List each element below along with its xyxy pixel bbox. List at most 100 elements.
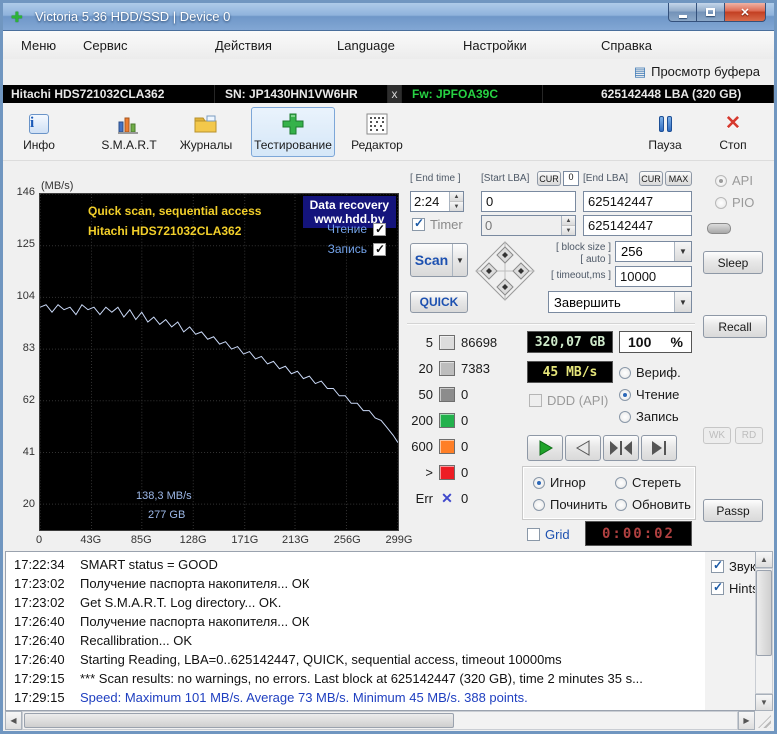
sound-checkbox[interactable] [711,560,724,573]
quick-button[interactable]: QUICK [410,291,468,313]
resize-grip[interactable] [755,711,773,730]
stop-label: Стоп [719,138,746,152]
end-lba-cur-button[interactable]: CUR [639,171,663,186]
pass-count-spinner[interactable]: ▲▼ [481,215,576,236]
pio-radio[interactable] [715,197,727,209]
elapsed-time-display: 0:00:02 [585,521,692,546]
recall-button[interactable]: Recall [703,315,767,338]
info-tool-button[interactable]: Инфо [11,107,67,157]
log-text: *** Scan results: no warnings, no errors… [80,671,643,686]
menu-item-service[interactable]: Сервис [75,35,136,56]
log-area[interactable]: 17:22:34SMART status = GOOD 17:23:02Полу… [5,551,755,711]
stop-button[interactable]: Стоп [700,107,766,157]
log-time: 17:23:02 [6,595,80,610]
passport-button[interactable]: Passp [703,499,763,522]
editor-tool-label: Редактор [351,138,403,152]
direction-pad[interactable] [473,239,537,303]
rd-button[interactable]: RD [735,427,763,444]
spin-down-icon[interactable]: ▼ [450,202,463,211]
bucket-label: 200 [407,413,433,428]
read-checkbox[interactable] [373,223,386,236]
end-time-spinner[interactable]: ▲▼ [410,191,464,212]
h-scroll-thumb[interactable] [24,713,454,728]
spin-up-icon[interactable]: ▲ [562,216,575,226]
menu-item-menu[interactable]: Меню [13,35,64,56]
smart-tool-button[interactable]: S.M.A.R.T [97,107,161,157]
editor-tool-button[interactable]: Редактор [345,107,409,157]
spin-up-icon[interactable]: ▲ [450,192,463,202]
minimize-button[interactable] [668,3,697,22]
end-lba-input[interactable] [583,191,692,212]
action-repair-option: Починить [533,497,608,512]
repair-radio[interactable] [533,499,545,511]
sleep-button[interactable]: Sleep [703,251,763,274]
read-legend-label: Чтение [327,222,367,236]
start-lba-cur-value: 0 [563,171,579,186]
refresh-radio[interactable] [615,499,627,511]
test-tool-button[interactable]: Тестирование [251,107,335,157]
buffer-view-label: Просмотр буфера [651,64,760,79]
menu-item-settings[interactable]: Настройки [455,35,535,56]
end-lba-input-2[interactable] [583,215,692,236]
end-time-value[interactable] [411,192,449,211]
scroll-right-button[interactable]: ▶ [738,711,755,730]
write-checkbox[interactable] [373,243,386,256]
start-test-button[interactable] [527,435,563,461]
close-button[interactable] [724,3,766,22]
window-title: Victoria 5.36 HDD/SSD | Device 0 [35,3,230,31]
v-scroll-thumb[interactable] [756,570,772,656]
verify-radio[interactable] [619,367,631,379]
scroll-up-button[interactable]: ▲ [755,551,773,568]
hints-option: Hints [711,581,759,596]
timeout-input[interactable] [615,266,692,287]
repair-label: Починить [550,497,608,512]
action-ignore-option: Игнор [533,475,586,490]
end-lba-max-button[interactable]: MAX [665,171,692,186]
bucket-count: 0 [461,387,468,402]
timer-checkbox[interactable] [412,218,425,231]
start-lba-cur-button[interactable]: CUR [537,171,561,186]
spin-down-icon[interactable]: ▼ [562,226,575,235]
x-tick-label: 85G [131,534,152,546]
title-bar[interactable]: Victoria 5.36 HDD/SSD | Device 0 [3,3,774,31]
grid-checkbox[interactable] [527,528,540,541]
wk-button[interactable]: WK [703,427,731,444]
bucket-swatch [439,439,455,454]
block-size-select[interactable]: 256 [615,241,692,262]
spinner-arrows[interactable]: ▲▼ [561,216,575,235]
api-radio[interactable] [715,175,727,187]
start-lba-input[interactable] [481,191,576,212]
test-plus-icon [281,113,305,135]
log-text: Получение паспорта накопителя... ОК [80,614,309,629]
erase-radio[interactable] [615,477,627,489]
menu-item-help[interactable]: Справка [593,35,660,56]
chevron-down-icon[interactable] [674,242,691,261]
speed-graph[interactable]: Data recovery www.hdd.by Quick scan, seq… [39,193,399,531]
maximize-button[interactable] [697,3,724,22]
write-radio[interactable] [619,411,631,423]
read-radio[interactable] [619,389,631,401]
spinner-arrows[interactable]: ▲▼ [449,192,463,211]
ignore-radio[interactable] [533,477,545,489]
hints-checkbox[interactable] [711,582,724,595]
ddd-checkbox[interactable] [529,394,542,407]
menu-item-actions[interactable]: Действия [207,35,280,56]
scan-dropdown-icon[interactable] [452,244,467,276]
device-serial-close-icon[interactable]: x [388,85,402,103]
scroll-down-button[interactable]: ▼ [755,694,773,711]
menu-item-language[interactable]: Language [329,35,403,56]
pause-button[interactable]: Пауза [636,107,694,157]
chevron-down-icon[interactable] [674,292,691,312]
device-capacity: 625142448 LBA (320 GB) [543,85,774,103]
seek-defect-button[interactable] [603,435,639,461]
scroll-left-button[interactable]: ◀ [5,711,22,730]
logs-tool-label: Журналы [180,138,232,152]
pass-count-value[interactable] [482,216,561,235]
step-back-button[interactable] [565,435,601,461]
finish-action-select[interactable]: Завершить [548,291,692,313]
seek-end-button[interactable] [641,435,677,461]
scan-button[interactable]: Scan [410,243,468,277]
logs-tool-button[interactable]: Журналы [175,107,237,157]
log-time: 17:22:34 [6,557,80,572]
buffer-view-button[interactable]: Просмотр буфера [630,62,764,81]
